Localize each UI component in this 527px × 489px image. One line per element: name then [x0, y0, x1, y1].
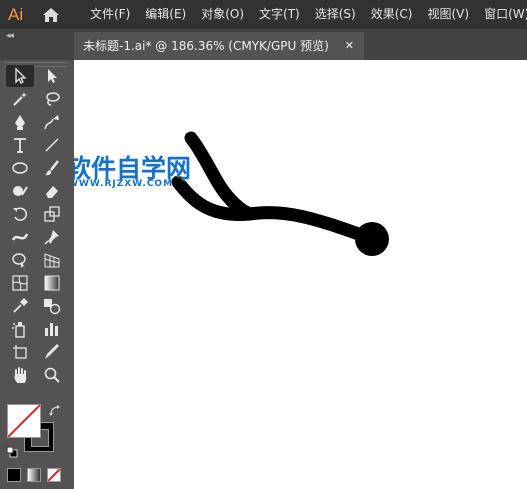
fill-color-swatch[interactable]: [7, 404, 41, 438]
color-mode-buttons: [7, 468, 61, 482]
hand-tool-icon[interactable]: [6, 364, 34, 386]
blend-tool-icon[interactable]: [38, 295, 66, 317]
column-graph-tool-icon[interactable]: [38, 318, 66, 340]
direct-selection-tool-icon[interactable]: [38, 65, 66, 87]
curvature-tool-icon[interactable]: [38, 111, 66, 133]
swap-fill-stroke-icon[interactable]: [48, 404, 62, 418]
watermark-url: WWW.RJZXW.COM: [74, 179, 174, 189]
collapse-panel-icon[interactable]: ◂◂: [6, 31, 14, 41]
menu-file[interactable]: 文件(F): [90, 0, 130, 29]
artwork[interactable]: [74, 60, 527, 489]
menu-select[interactable]: 选择(S): [315, 0, 356, 29]
default-fill-stroke-icon[interactable]: [6, 446, 18, 458]
symbol-sprayer-tool-icon[interactable]: [6, 318, 34, 340]
menu-type[interactable]: 文字(T): [259, 0, 300, 29]
eyedropper-tool-icon[interactable]: [6, 295, 34, 317]
menu-object[interactable]: 对象(O): [201, 0, 244, 29]
slice-tool-icon[interactable]: [38, 341, 66, 363]
line-segment-tool-icon[interactable]: [38, 134, 66, 156]
perspective-grid-tool-icon[interactable]: [38, 249, 66, 271]
document-tab-title: 未标题-1.ai* @ 186.36% (CMYK/GPU 预览): [83, 39, 329, 53]
document-tab-bar: ◂◂ 未标题-1.ai* @ 186.36% (CMYK/GPU 预览) ✕: [0, 29, 527, 60]
app-logo: Ai: [8, 5, 24, 24]
home-icon: [43, 8, 59, 22]
artboard-canvas[interactable]: 软件自学网 WWW.RJZXW.COM: [74, 60, 527, 489]
tools-panel: [0, 60, 72, 489]
menu-view[interactable]: 视图(V): [427, 0, 469, 29]
end-dot: [355, 222, 389, 256]
width-tool-icon[interactable]: [6, 226, 34, 248]
gradient-tool-icon[interactable]: [38, 272, 66, 294]
color-mode-button[interactable]: [7, 468, 21, 482]
menu-edit[interactable]: 编辑(E): [145, 0, 186, 29]
none-mode-button[interactable]: [47, 468, 61, 482]
shape-builder-tool-icon[interactable]: [6, 249, 34, 271]
puppet-warp-tool-icon[interactable]: [38, 226, 66, 248]
main-menu: 文件(F) 编辑(E) 对象(O) 文字(T) 选择(S) 效果(C) 视图(V…: [90, 0, 527, 29]
pen-tool-icon[interactable]: [6, 111, 34, 133]
menu-window[interactable]: 窗口(W): [484, 0, 527, 29]
scale-tool-icon[interactable]: [38, 203, 66, 225]
paintbrush-tool-icon[interactable]: [38, 157, 66, 179]
eraser-tool-icon[interactable]: [38, 180, 66, 202]
shaper-tool-icon[interactable]: [6, 180, 34, 202]
gradient-mode-button[interactable]: [27, 468, 41, 482]
home-button[interactable]: [40, 4, 62, 26]
lasso-tool-icon[interactable]: [38, 88, 66, 110]
menu-effect[interactable]: 效果(C): [371, 0, 413, 29]
zoom-tool-icon[interactable]: [38, 364, 66, 386]
document-tab[interactable]: 未标题-1.ai* @ 186.36% (CMYK/GPU 预览) ✕: [74, 32, 364, 60]
ellipse-tool-icon[interactable]: [6, 157, 34, 179]
close-tab-icon[interactable]: ✕: [345, 32, 354, 60]
type-tool-icon[interactable]: [6, 134, 34, 156]
curve-stroke: [171, 175, 377, 245]
rotate-tool-icon[interactable]: [6, 203, 34, 225]
magic-wand-tool-icon[interactable]: [6, 88, 34, 110]
selection-tool-icon[interactable]: [6, 65, 34, 87]
artboard-tool-icon[interactable]: [6, 341, 34, 363]
mesh-tool-icon[interactable]: [6, 272, 34, 294]
menu-bar: Ai 文件(F) 编辑(E) 对象(O) 文字(T) 选择(S) 效果(C) 视…: [0, 0, 527, 29]
